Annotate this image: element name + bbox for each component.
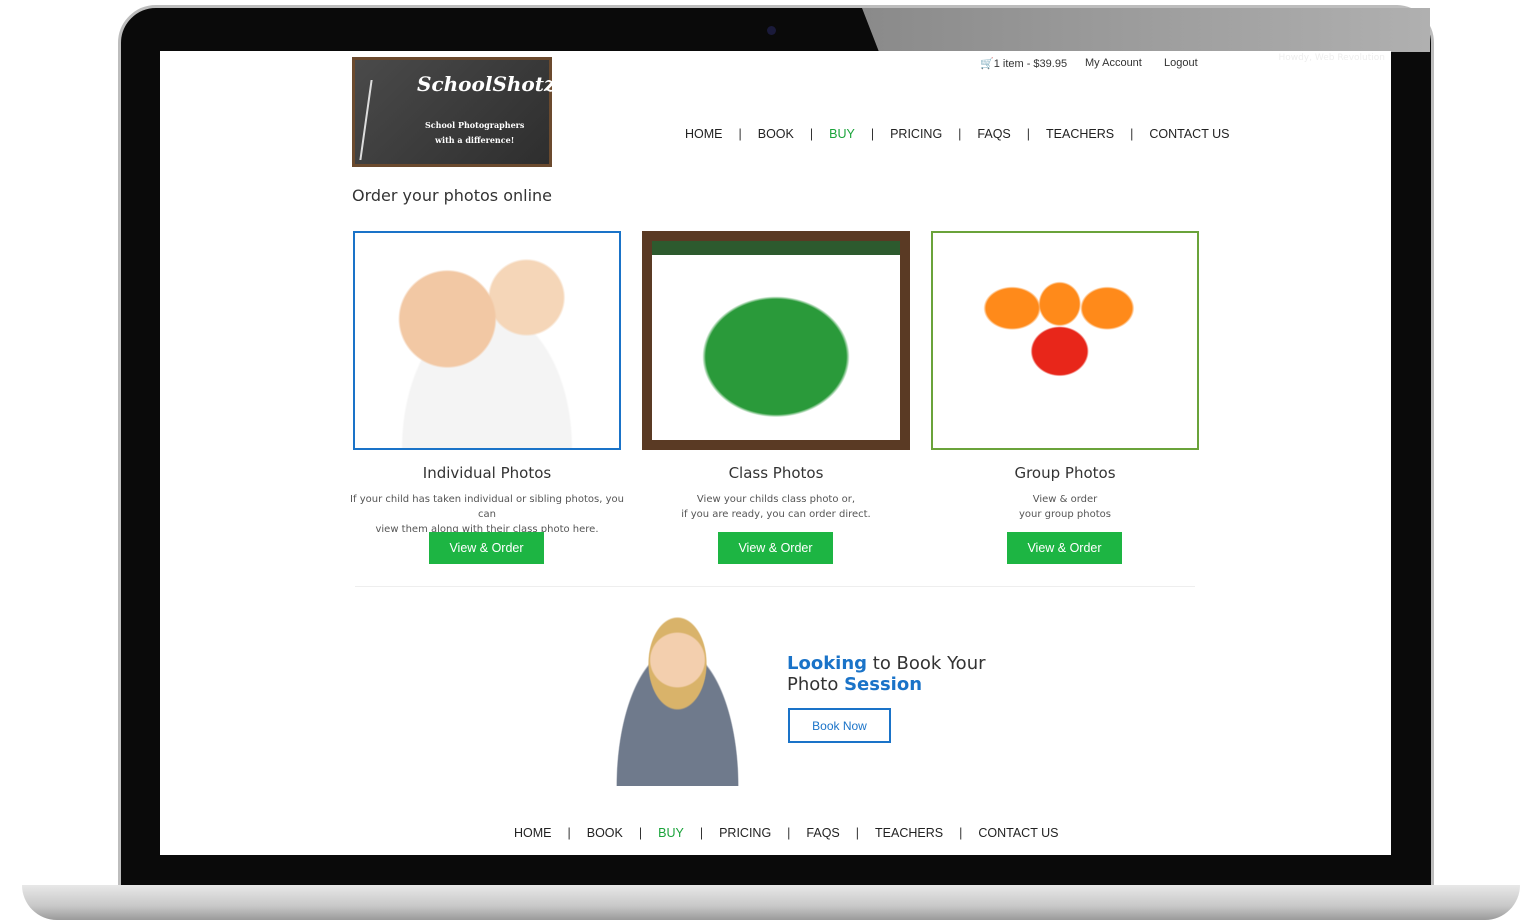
stick-figure-icon	[359, 80, 411, 160]
bezel-glare	[862, 8, 1430, 52]
footer-nav: HOME | BOOK | BUY | PRICING | FAQS | TEACHERS | CONT…	[514, 826, 1058, 840]
nav-item-buy[interactable]: BUY	[658, 826, 684, 840]
howdy-text: Howdy, Web Revolution	[1278, 53, 1385, 63]
nav-separator: |	[870, 127, 875, 141]
nav-item-contact-us[interactable]: CONTACT US	[978, 826, 1058, 840]
nav-separator: |	[567, 826, 571, 840]
website-screen: SchoolShotz School Photographers with a d…	[160, 51, 1391, 855]
nav-item-home[interactable]: HOME	[514, 826, 552, 840]
nav-item-book[interactable]: BOOK	[587, 826, 623, 840]
card-title: Class Photos	[728, 464, 824, 482]
nav-separator: |	[1026, 127, 1031, 141]
logo[interactable]: SchoolShotz School Photographers with a d…	[352, 57, 555, 167]
group-photos-image[interactable]	[931, 231, 1199, 450]
nav-separator: |	[787, 826, 791, 840]
view-order-class-button[interactable]: View & Order	[718, 532, 833, 564]
divider	[355, 586, 1195, 587]
nav-item-pricing[interactable]: PRICING	[890, 127, 942, 141]
laptop-base	[22, 885, 1520, 920]
my-account-link[interactable]: My Account	[1085, 57, 1142, 69]
book-now-button[interactable]: Book Now	[788, 708, 891, 743]
logout-link[interactable]: Logout	[1164, 57, 1198, 69]
nav-item-contact-us[interactable]: CONTACT US	[1149, 127, 1229, 141]
card-title: Individual Photos	[422, 464, 552, 482]
nav-item-book[interactable]: BOOK	[758, 127, 794, 141]
card-description: View your childs class photo or, if you a…	[681, 494, 871, 520]
camera-icon	[767, 26, 776, 35]
booking-heading: Looking to Book Your Photo Session	[787, 653, 986, 695]
nav-separator: |	[855, 826, 860, 840]
view-order-individual-button[interactable]: View & Order	[429, 532, 544, 564]
schoolgirl-image	[600, 611, 755, 786]
nav-separator: |	[959, 826, 963, 840]
nav-separator: |	[958, 127, 962, 141]
nav-separator: |	[638, 826, 643, 840]
nav-item-teachers[interactable]: TEACHERS	[875, 826, 943, 840]
card-title: Group Photos	[1014, 464, 1116, 482]
nav-separator: |	[809, 127, 814, 141]
nav-separator: |	[738, 127, 742, 141]
cart-icon: 🛒	[980, 58, 994, 70]
card-description: View & order your group photos	[1019, 494, 1111, 520]
main-nav: HOME | BOOK | BUY | PRICING | FAQS | TEACHERS | CONT…	[685, 127, 1229, 141]
individual-photos-image[interactable]	[353, 231, 621, 450]
nav-item-faqs[interactable]: FAQS	[806, 826, 839, 840]
nav-item-home[interactable]: HOME	[685, 127, 723, 141]
cart-link[interactable]: 🛒1 item - $39.95	[980, 57, 1067, 70]
class-photos-image[interactable]	[642, 231, 910, 450]
nav-item-pricing[interactable]: PRICING	[719, 826, 771, 840]
page-title: Order your photos online	[352, 186, 552, 205]
nav-item-buy[interactable]: BUY	[829, 127, 855, 141]
nav-item-faqs[interactable]: FAQS	[977, 127, 1010, 141]
nav-separator: |	[1130, 127, 1134, 141]
nav-separator: |	[699, 826, 704, 840]
view-order-group-button[interactable]: View & Order	[1007, 532, 1122, 564]
card-description: If your child has taken individual or si…	[350, 494, 624, 535]
nav-item-teachers[interactable]: TEACHERS	[1046, 127, 1114, 141]
